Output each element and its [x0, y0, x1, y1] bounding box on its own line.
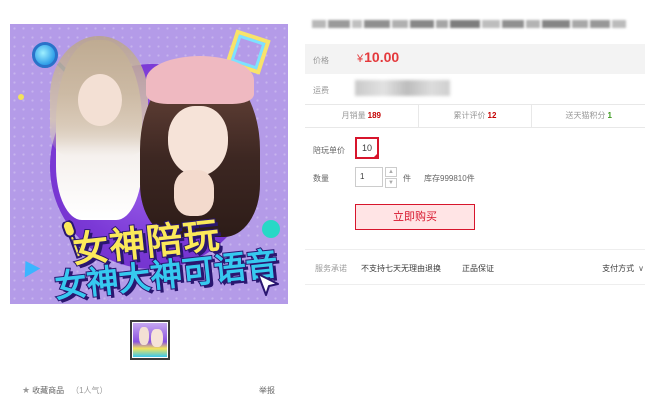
thumbnail-inner — [133, 323, 167, 357]
title-blur-seg — [312, 20, 326, 28]
payment-methods-dropdown[interactable]: 支付方式 ∨ — [602, 263, 644, 274]
title-blur-seg — [364, 20, 390, 28]
yellow-dot-deco — [18, 94, 24, 100]
title-blur-seg — [410, 20, 434, 28]
price-panel: 价格 ¥10.00 — [305, 44, 645, 74]
stat-points-label: 送天猫积分 — [565, 111, 606, 120]
price-amount: 10.00 — [364, 49, 400, 65]
title-blur-seg — [352, 20, 362, 28]
main-product-image[interactable]: 女神陪玩 女神大神可语音 — [10, 24, 288, 304]
currency-symbol: ¥ — [357, 53, 364, 65]
title-blur-seg — [542, 20, 570, 28]
stat-reviews[interactable]: 累计评价 12 — [419, 105, 533, 127]
stat-points-value: 1 — [607, 111, 612, 120]
title-blur-seg — [612, 20, 626, 28]
product-title-redacted — [312, 14, 636, 34]
favorite-popularity: （1人气） — [71, 386, 108, 395]
cursor-arrow-icon — [257, 273, 279, 296]
favorite-link[interactable]: ★ 收藏商品 （1人气） — [22, 385, 108, 396]
title-blur-seg — [392, 20, 408, 28]
stat-monthly-sales-value: 189 — [367, 111, 382, 120]
stock-count: 库存999810件 — [424, 174, 475, 183]
shipping-label: 运费 — [313, 86, 329, 95]
title-blur-seg — [436, 20, 448, 28]
quantity-decrease-button[interactable]: ▼ — [385, 178, 397, 188]
payment-methods-label: 支付方式 — [602, 264, 635, 273]
stat-monthly-sales: 月销量 189 — [305, 105, 419, 127]
title-blur-seg — [502, 20, 524, 28]
service-genuine[interactable]: 正品保证 — [462, 263, 494, 274]
favorite-label: 收藏商品 — [32, 386, 65, 395]
star-icon: ★ — [22, 385, 31, 395]
service-label: 服务承诺 — [315, 264, 347, 273]
quantity-label: 数量 — [313, 174, 329, 183]
stat-monthly-sales-label: 月销量 — [341, 111, 366, 120]
title-blur-seg — [590, 20, 610, 28]
title-blur-seg — [328, 20, 350, 28]
thumbnail-image[interactable] — [130, 320, 170, 360]
title-blur-seg — [526, 20, 540, 28]
service-promise-row: 服务承诺 不支持七天无理由退换 正品保证 支付方式 ∨ — [305, 249, 645, 285]
magnifier-deco-icon — [32, 42, 58, 68]
model-right-cap — [146, 56, 254, 104]
stat-reviews-label: 累计评价 — [453, 111, 486, 120]
price-label: 价格 — [313, 56, 329, 65]
stat-points: 送天猫积分 1 — [532, 105, 645, 127]
unit-price-label: 陪玩单价 — [313, 146, 345, 155]
model-left-face — [78, 74, 122, 126]
model-right-face — [168, 106, 228, 176]
quantity-unit: 件 — [403, 174, 411, 183]
quantity-input[interactable]: 1 — [355, 167, 383, 187]
price-value: ¥10.00 — [357, 49, 399, 65]
chevron-down-icon: ∨ — [638, 264, 644, 273]
quantity-increase-button[interactable]: ▲ — [385, 167, 397, 177]
model-left — [50, 36, 148, 220]
service-no-return[interactable]: 不支持七天无理由退换 — [361, 263, 441, 274]
buy-now-button[interactable]: 立即购买 — [355, 204, 475, 230]
title-blur-seg — [450, 20, 480, 28]
unit-price-option-selected[interactable]: 10 — [355, 137, 379, 159]
title-blur-seg — [572, 20, 588, 28]
sales-stats-bar: 月销量 189 累计评价 12 送天猫积分 1 — [305, 104, 645, 128]
report-link[interactable]: 举报 — [259, 385, 275, 396]
title-blur-seg — [482, 20, 500, 28]
cyan-dot-deco — [262, 220, 280, 238]
stat-reviews-value: 12 — [487, 111, 497, 120]
shipping-value-redacted — [355, 80, 450, 96]
